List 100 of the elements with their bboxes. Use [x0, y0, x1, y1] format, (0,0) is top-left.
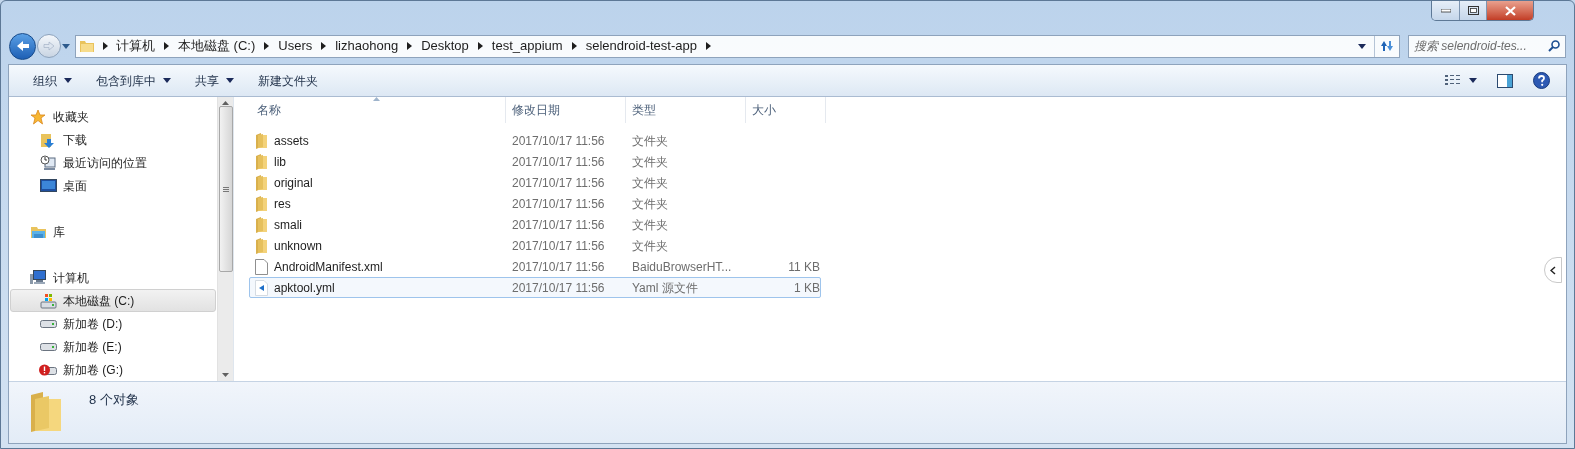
- file-type: 文件夹: [632, 196, 668, 211]
- dropdown-caret-icon[interactable]: [1358, 43, 1366, 49]
- sidebar-item[interactable]: 新加卷 (G:): [10, 358, 216, 382]
- file-row[interactable]: assets 2017/10/17 11:56 文件夹: [249, 130, 821, 152]
- sidebar-item[interactable]: 下载: [10, 128, 216, 152]
- column-header[interactable]: 大小: [746, 97, 826, 124]
- file-row[interactable]: res 2017/10/17 11:56 文件夹: [249, 193, 821, 215]
- column-header[interactable]: 名称: [251, 97, 506, 124]
- column-header[interactable]: 类型: [626, 97, 746, 124]
- collapse-handle[interactable]: [1544, 257, 1562, 284]
- scroll-down-icon[interactable]: [222, 373, 229, 378]
- caret-icon: [64, 78, 72, 84]
- chevron-right-icon[interactable]: [264, 42, 270, 51]
- modified-date: 2017/10/17 11:56: [512, 280, 605, 295]
- preview-pane-button[interactable]: [1497, 73, 1513, 88]
- chevron-right-icon[interactable]: [103, 42, 108, 51]
- back-button[interactable]: [9, 32, 36, 60]
- file-row[interactable]: original 2017/10/17 11:56 文件夹: [249, 172, 821, 194]
- caret-icon: [1469, 78, 1477, 84]
- folder-icon: [79, 38, 95, 55]
- file-row[interactable]: smali 2017/10/17 11:56 文件夹: [249, 214, 821, 236]
- toolbar-button[interactable]: 新建文件夹: [246, 68, 330, 93]
- close-button[interactable]: [1487, 1, 1533, 20]
- modified-date: 2017/10/17 11:56: [512, 259, 605, 274]
- breadcrumb[interactable]: selendroid-test-app: [585, 36, 697, 56]
- document-icon: [255, 258, 268, 275]
- sidebar-item[interactable]: 本地磁盘 (C:): [10, 289, 216, 313]
- caret-icon: [62, 43, 70, 49]
- address-bar[interactable]: 计算机 本地磁盘 (C:) Users lizhaohong Desktop test_appium selendroid-test-app: [75, 34, 1400, 58]
- breadcrumb[interactable]: 本地磁盘 (C:): [178, 36, 256, 56]
- chevron-right-icon[interactable]: [321, 42, 327, 51]
- minimize-icon: [1440, 8, 1451, 13]
- desktop-icon: [39, 178, 57, 193]
- sidebar-item[interactable]: 新加卷 (E:): [10, 335, 216, 359]
- modified-date: 2017/10/17 11:56: [512, 196, 605, 211]
- file-row[interactable]: lib 2017/10/17 11:56 文件夹: [249, 151, 821, 173]
- chevron-left-icon: [1550, 265, 1556, 275]
- preview-pane-icon: [1497, 73, 1513, 88]
- maximize-button[interactable]: [1460, 1, 1487, 20]
- help-icon: [1533, 72, 1550, 90]
- file-name: lib: [274, 153, 286, 171]
- status-text: 8 个对象: [89, 391, 139, 410]
- file-type: 文件夹: [632, 217, 668, 232]
- maximize-icon: [1467, 6, 1479, 15]
- breadcrumb[interactable]: Desktop: [421, 36, 469, 56]
- caret-icon: [163, 78, 171, 84]
- sidebar-item[interactable]: 计算机: [10, 266, 216, 290]
- file-row[interactable]: AndroidManifest.xml 2017/10/17 11:56 BaiduBrowserHT... 11 KB: [249, 256, 821, 278]
- drive-icon: [39, 319, 57, 328]
- scrollbar-thumb[interactable]: [218, 106, 233, 273]
- chevron-right-icon[interactable]: [571, 42, 577, 51]
- file-name: apktool.yml: [274, 279, 335, 297]
- modified-date: 2017/10/17 11:56: [512, 238, 605, 253]
- file-type: 文件夹: [632, 133, 668, 148]
- windows-drive-icon: [39, 292, 57, 309]
- breadcrumb[interactable]: test_appium: [491, 36, 563, 56]
- sidebar-item[interactable]: 收藏夹: [10, 105, 216, 129]
- sidebar-item[interactable]: 桌面: [10, 174, 216, 198]
- chevron-right-icon[interactable]: [407, 42, 413, 51]
- breadcrumb[interactable]: lizhaohong: [335, 36, 399, 56]
- forward-arrow-icon: [43, 41, 55, 52]
- toolbar-button[interactable]: 包含到库中: [84, 68, 183, 93]
- breadcrumb[interactable]: Users: [278, 36, 313, 56]
- computer-icon: [29, 270, 47, 286]
- search-placeholder: 搜索 selendroid-tes...: [1414, 38, 1528, 56]
- star-icon: [30, 108, 46, 125]
- chevron-right-icon[interactable]: [164, 42, 169, 51]
- list-view-icon: [1445, 74, 1461, 88]
- sidebar-item[interactable]: 最近访问的位置: [10, 151, 216, 175]
- chevron-right-icon[interactable]: [705, 42, 711, 51]
- folder-icon: [255, 216, 268, 233]
- modified-date: 2017/10/17 11:56: [512, 217, 605, 232]
- drive-icon: [39, 342, 57, 351]
- modified-date: 2017/10/17 11:56: [512, 175, 605, 190]
- sidebar-item[interactable]: 新加卷 (D:): [10, 312, 216, 336]
- file-row[interactable]: unknown 2017/10/17 11:56 文件夹: [249, 235, 821, 257]
- file-name: res: [274, 195, 291, 213]
- breadcrumb[interactable]: 计算机: [116, 36, 155, 56]
- help-button[interactable]: [1533, 72, 1550, 90]
- file-size: 1 KB: [794, 279, 820, 297]
- modified-date: 2017/10/17 11:56: [512, 154, 605, 169]
- scrollbar[interactable]: [217, 97, 233, 382]
- file-name: original: [274, 174, 313, 192]
- chevron-right-icon[interactable]: [477, 42, 483, 51]
- folder-icon: [255, 195, 268, 212]
- code-file-icon: [255, 279, 268, 296]
- file-row[interactable]: apktool.yml 2017/10/17 11:56 Yaml 源文件 1 KB: [249, 277, 821, 299]
- folder-icon: [255, 132, 268, 149]
- column-header[interactable]: 修改日期: [506, 97, 626, 124]
- drive-error-icon: [39, 363, 57, 376]
- file-name: assets: [274, 132, 309, 150]
- file-type: 文件夹: [632, 238, 668, 253]
- toolbar-button[interactable]: 组织: [21, 68, 84, 93]
- grip-icon: [222, 186, 229, 192]
- toolbar-button[interactable]: 共享: [183, 68, 246, 93]
- recent-places-icon: [40, 154, 56, 171]
- search-field[interactable]: 搜索 selendroid-tes...: [1408, 34, 1566, 58]
- search-icon: [1548, 40, 1560, 53]
- view-options-button[interactable]: [1445, 74, 1477, 88]
- sidebar-item[interactable]: 库: [10, 220, 216, 244]
